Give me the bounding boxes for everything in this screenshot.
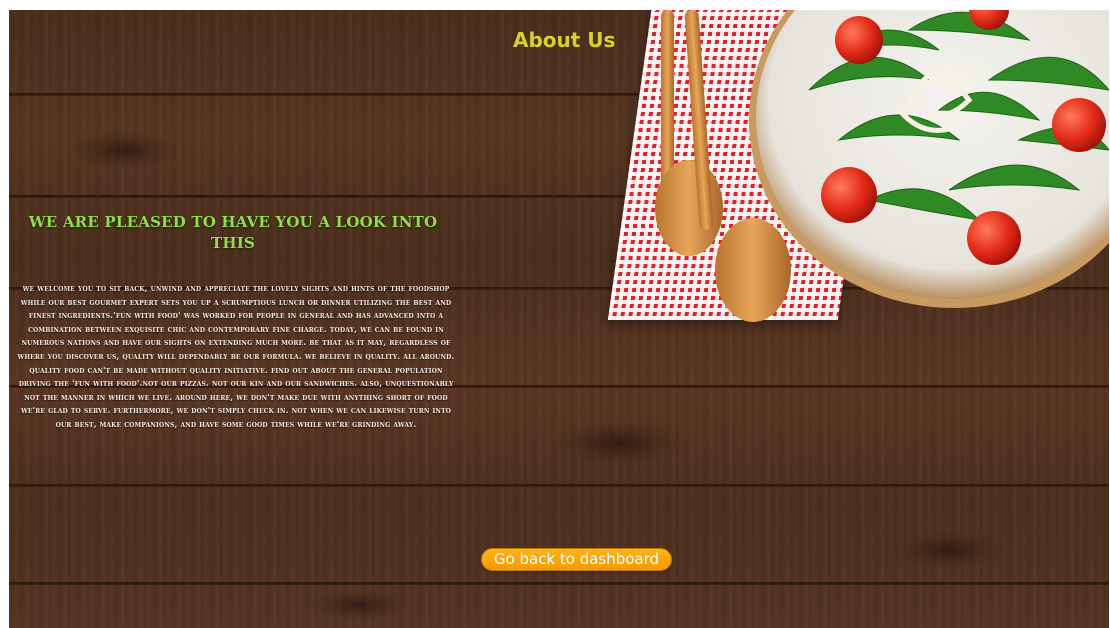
- wood-knot: [69, 130, 179, 170]
- wood-knot: [549, 420, 689, 466]
- page-title: About Us: [513, 28, 616, 52]
- wood-knot: [889, 530, 1009, 570]
- wood-knot: [309, 590, 409, 620]
- salad-plate-image: [655, 10, 1109, 322]
- welcome-headline: We are pleased to have you a look into t…: [28, 213, 438, 252]
- page-background: About Us We are pleased to have you a lo…: [9, 10, 1109, 628]
- wood-plank-seam: [9, 484, 1109, 487]
- about-body-text: We welcome you to sit back, unwind and a…: [17, 283, 455, 429]
- wood-plank-seam: [9, 582, 1109, 585]
- go-back-to-dashboard-button[interactable]: Go back to dashboard: [481, 548, 672, 571]
